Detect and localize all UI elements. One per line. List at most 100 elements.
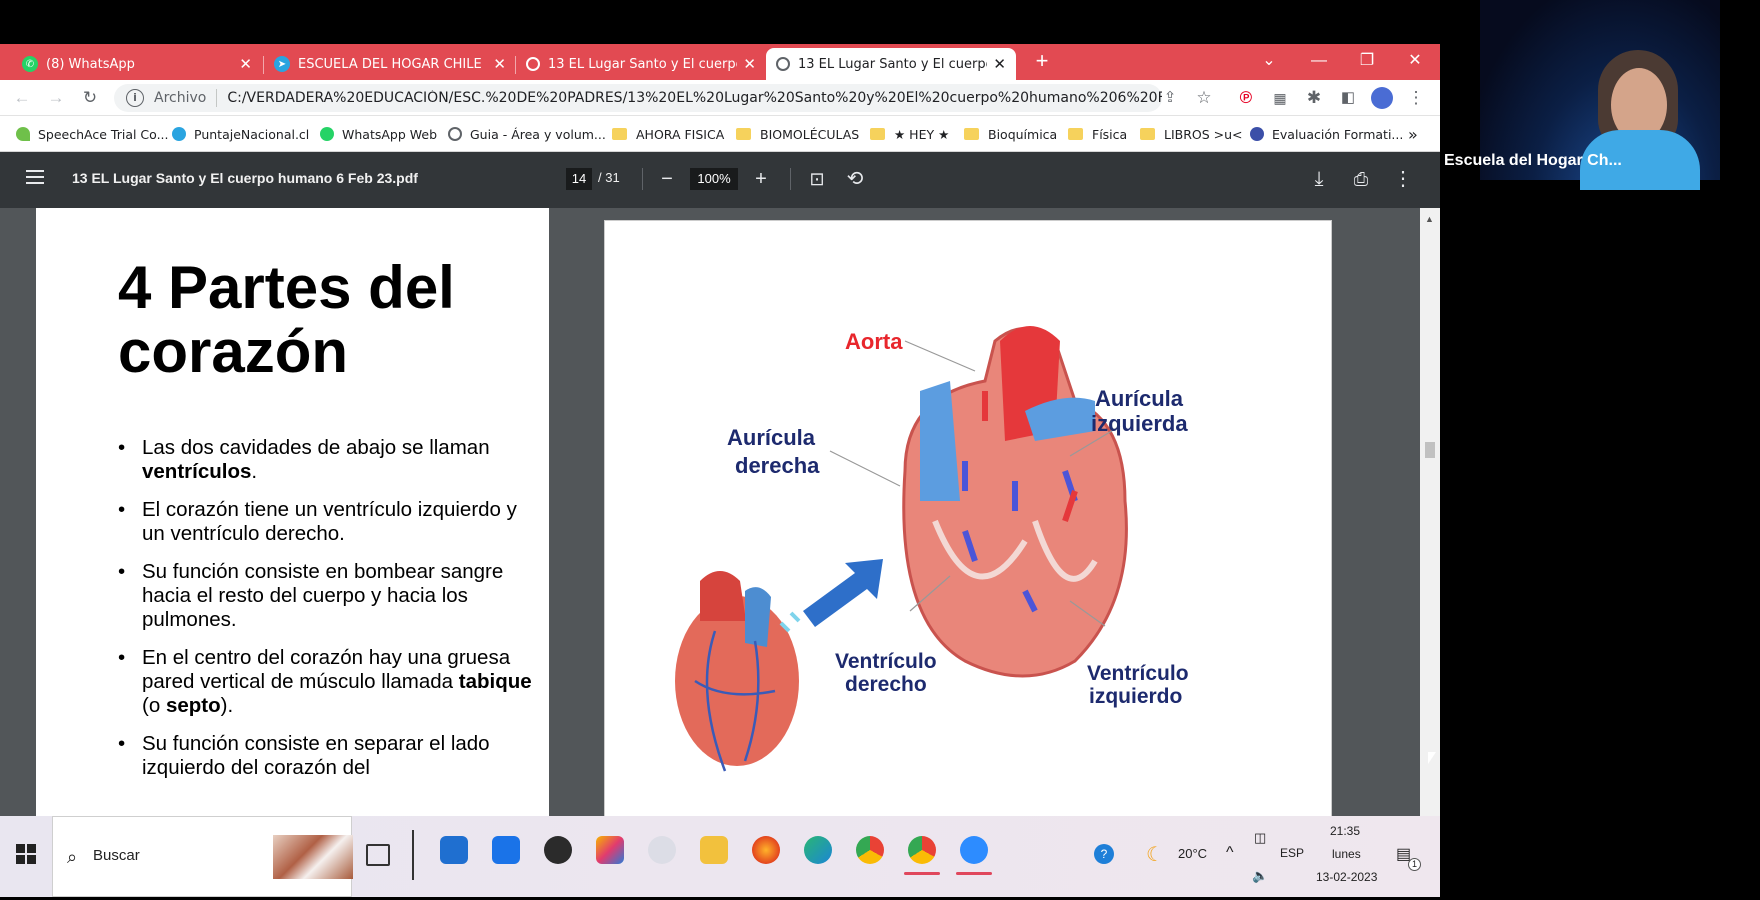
slide-title: 4 Partes del corazón [118, 256, 538, 384]
zoom-active-indicator [956, 872, 992, 875]
vertical-scrollbar[interactable]: ▲ [1420, 208, 1440, 816]
address-bar[interactable]: i Archivo C:/VERDADERA%20EDUCACIÓN/ESC.%… [114, 84, 1162, 112]
bookmark-folder-fisica[interactable]: Física [1068, 124, 1127, 144]
restore-button[interactable]: ❐ [1354, 50, 1380, 72]
evaluacion-icon [1250, 127, 1264, 141]
clock-date[interactable]: 13-02-2023 [1316, 870, 1377, 884]
camera-tray-icon[interactable]: ◫ [1254, 830, 1266, 846]
tab-escuela-del-hogar[interactable]: ➤ ESCUELA DEL HOGAR CHILE ✕ [264, 48, 516, 80]
close-tab-icon[interactable]: ✕ [743, 55, 756, 73]
minimize-button[interactable]: — [1306, 50, 1332, 72]
scroll-up-icon[interactable]: ▲ [1425, 214, 1434, 224]
bookmark-whatsapp-web[interactable]: WhatsApp Web [320, 124, 437, 144]
bookmark-evaluacion[interactable]: Evaluación Formati... [1250, 124, 1403, 144]
help-icon[interactable]: ? [1094, 844, 1114, 864]
chrome-icon[interactable] [908, 836, 936, 864]
bullet-text: . [251, 460, 258, 483]
hp-icon[interactable] [648, 836, 676, 864]
zoom-input[interactable]: 100% [690, 168, 738, 190]
more-options-icon[interactable]: ⋮ [1390, 166, 1416, 192]
firefox-icon[interactable] [752, 836, 780, 864]
mail-icon[interactable] [492, 836, 520, 864]
close-window-button[interactable]: ✕ [1402, 50, 1428, 72]
pdf-title: 13 EL Lugar Santo y El cuerpo humano 6 F… [72, 170, 418, 186]
photos-icon[interactable] [596, 836, 624, 864]
print-icon[interactable]: ⎙ [1348, 166, 1374, 192]
tab-title: ESCUELA DEL HOGAR CHILE [298, 56, 482, 72]
download-icon[interactable]: ⤓ [1306, 166, 1332, 192]
bookmark-star-icon[interactable]: ☆ [1192, 86, 1216, 110]
bookmark-label: Evaluación Formati... [1272, 126, 1404, 142]
input-language[interactable]: ESP [1280, 846, 1304, 860]
weather-moon-icon[interactable]: ☾ [1146, 842, 1164, 867]
bookmark-folder-bioquimica[interactable]: Bioquímica [964, 124, 1057, 144]
bookmark-folder-hey[interactable]: ★ HEY ★ [870, 124, 949, 144]
close-tab-icon[interactable]: ✕ [493, 55, 506, 73]
taskbar-search-box[interactable]: ⌕ Buscar [52, 816, 353, 897]
clock-day[interactable]: lunes [1332, 847, 1361, 861]
tab-bar: ✆ (8) WhatsApp ✕ ➤ ESCUELA DEL HOGAR CHI… [0, 44, 1440, 80]
more-vert-icon[interactable]: ⋮ [1404, 86, 1428, 110]
windows-start-icon[interactable] [16, 844, 36, 864]
heart-diagram-frame: Aorta Aurícula izquierda Aurícula derech… [604, 220, 1332, 816]
clock-time[interactable]: 21:35 [1330, 824, 1360, 838]
extension-icon[interactable]: ▦ [1268, 86, 1292, 110]
tab-search-chevron-icon[interactable]: ⌄ [1256, 50, 1282, 72]
pinterest-icon[interactable]: ℗ [1234, 86, 1258, 110]
globe-icon [776, 57, 790, 71]
tab-title: 13 EL Lugar Santo y El cuerpo hu [798, 56, 987, 72]
zoom-icon[interactable] [960, 836, 988, 864]
forward-arrow-icon[interactable]: → [44, 86, 68, 110]
close-tab-icon[interactable]: ✕ [239, 55, 252, 73]
zoom-in-button[interactable]: + [748, 166, 774, 192]
bookmark-folder-biomoleculas[interactable]: BIOMOLÉCULAS [736, 124, 859, 144]
folder-icon [1140, 128, 1155, 140]
whatsapp-icon: ✆ [22, 56, 38, 72]
close-tab-icon[interactable]: ✕ [993, 55, 1006, 73]
bookmarks-overflow-icon[interactable]: » [1408, 124, 1418, 144]
menu-icon[interactable] [26, 170, 44, 184]
bookmark-guia-area[interactable]: Guia - Área y volum... [448, 124, 606, 144]
url-text[interactable]: C:/VERDADERA%20EDUCACIÓN/ESC.%20DE%20PAD… [227, 90, 1162, 106]
chrome-profile-icon[interactable] [856, 836, 884, 864]
tab-lugar-santo-active[interactable]: 13 EL Lugar Santo y El cuerpo hu ✕ [766, 48, 1016, 80]
rotate-icon[interactable]: ⟲ [842, 166, 868, 192]
scrollbar-thumb[interactable] [1425, 442, 1435, 458]
microsoft-store-icon[interactable] [440, 836, 468, 864]
bookmarks-bar: SpeechAce Trial Co... PuntajeNacional.cl… [0, 116, 1440, 152]
volume-icon[interactable]: 🔈 [1252, 868, 1268, 884]
zoom-out-button[interactable]: − [654, 166, 680, 192]
bookmark-speechace[interactable]: SpeechAce Trial Co... [16, 124, 169, 144]
file-explorer-icon[interactable] [700, 836, 728, 864]
pdf-content-area[interactable]: 4 Partes del corazón Las dos cavidades d… [0, 208, 1440, 816]
tab-whatsapp[interactable]: ✆ (8) WhatsApp ✕ [12, 48, 262, 80]
fit-page-icon[interactable]: ⊡ [804, 166, 830, 192]
bookmark-puntajenacional[interactable]: PuntajeNacional.cl [172, 124, 309, 144]
info-icon[interactable]: i [126, 89, 144, 107]
bookmark-label: LIBROS >u< [1164, 126, 1243, 142]
page-number-input[interactable]: 14 [566, 168, 592, 190]
profile-avatar[interactable] [1370, 86, 1394, 110]
address-divider [216, 89, 218, 107]
folder-icon [612, 128, 627, 140]
tray-chevron-up-icon[interactable]: ^ [1226, 844, 1234, 862]
bookmark-label: PuntajeNacional.cl [194, 126, 310, 142]
screen: ✆ (8) WhatsApp ✕ ➤ ESCUELA DEL HOGAR CHI… [0, 0, 1760, 900]
edge-icon[interactable] [804, 836, 832, 864]
temperature[interactable]: 20°C [1178, 846, 1207, 861]
bullet-item: En el centro del corazón hay una gruesa … [118, 646, 538, 718]
side-panel-icon[interactable]: ◧ [1336, 86, 1360, 110]
puzzle-icon[interactable]: ✱ [1302, 86, 1326, 110]
reload-icon[interactable]: ↻ [78, 86, 102, 110]
tab-lugar-santo-1[interactable]: 13 EL Lugar Santo y El cuerpo hu ✕ [516, 48, 766, 80]
bookmark-folder-libros[interactable]: LIBROS >u< [1140, 124, 1243, 144]
back-arrow-icon[interactable]: ← [10, 86, 34, 110]
new-tab-button[interactable]: + [1030, 50, 1054, 74]
zoom-arrow [779, 559, 883, 633]
media-player-icon[interactable] [544, 836, 572, 864]
bookmark-folder-ahora-fisica[interactable]: AHORA FISICA [612, 124, 724, 144]
task-view-icon[interactable] [366, 844, 390, 866]
bullet-text: En el centro del corazón hay una gruesa … [142, 646, 511, 693]
taskbar-separator [412, 830, 414, 880]
share-icon[interactable]: ⇪ [1158, 86, 1182, 110]
